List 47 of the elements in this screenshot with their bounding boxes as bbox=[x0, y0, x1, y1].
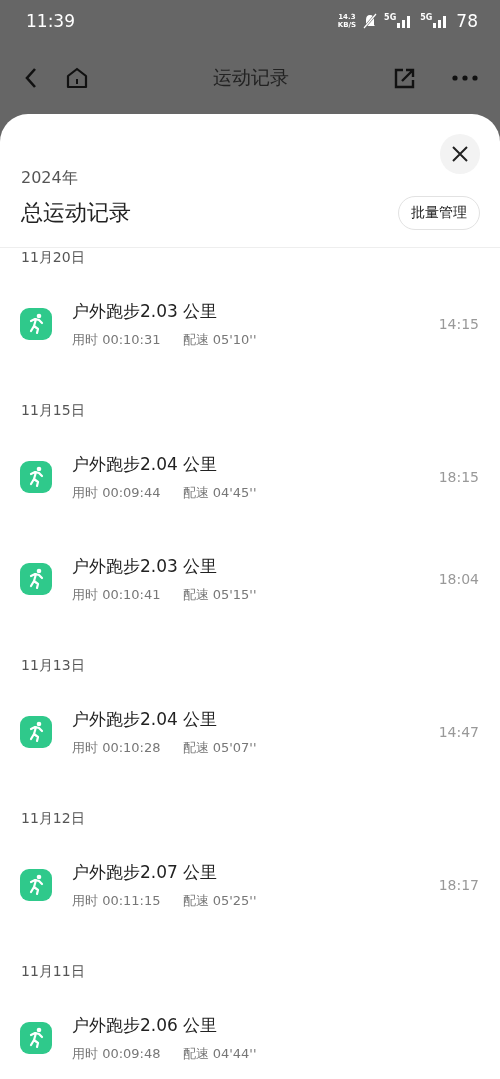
pace-text: 配速 04'44'' bbox=[182, 1044, 257, 1063]
running-icon bbox=[20, 563, 52, 595]
running-icon bbox=[20, 869, 52, 901]
record-title[interactable]: 户外跑步2.06 公里 bbox=[72, 1013, 479, 1037]
pace-text: 配速 05'25'' bbox=[182, 891, 257, 910]
close-button[interactable] bbox=[440, 134, 480, 174]
running-icon bbox=[20, 1022, 52, 1054]
record-time: 14:47 bbox=[438, 724, 479, 740]
date-header: 11月13日 bbox=[21, 657, 85, 673]
batch-manage-button[interactable]: 批量管理 bbox=[398, 196, 480, 230]
record-title[interactable]: 户外跑步2.03 公里 bbox=[72, 554, 439, 578]
record-title[interactable]: 户外跑步2.07 公里 bbox=[72, 860, 439, 884]
duration-text: 用时 00:11:15 bbox=[72, 891, 161, 910]
pace-text: 配速 04'45'' bbox=[182, 483, 257, 502]
date-header: 11月15日 bbox=[21, 402, 85, 418]
record-time: 14:15 bbox=[438, 316, 479, 332]
date-header: 11月11日 bbox=[21, 963, 85, 979]
share-icon[interactable] bbox=[394, 67, 416, 89]
more-icon[interactable] bbox=[452, 75, 478, 81]
close-icon[interactable] bbox=[451, 145, 469, 163]
record-time: 18:15 bbox=[438, 469, 479, 485]
year-label: 2024年 bbox=[20, 168, 79, 189]
pace-text: 配速 05'07'' bbox=[182, 738, 257, 757]
record-time: 18:04 bbox=[438, 571, 479, 587]
record-title[interactable]: 户外跑步2.04 公里 bbox=[72, 452, 439, 476]
duration-text: 用时 00:10:31 bbox=[72, 330, 161, 349]
running-icon bbox=[20, 308, 52, 340]
duration-text: 用时 00:10:41 bbox=[72, 585, 161, 604]
pace-text: 配速 05'10'' bbox=[182, 330, 257, 349]
running-icon bbox=[20, 716, 52, 748]
record-time: 18:17 bbox=[438, 877, 479, 893]
record-title[interactable]: 户外跑步2.03 公里 bbox=[72, 299, 439, 323]
running-icon bbox=[20, 461, 52, 493]
section-title: 总运动记录 bbox=[21, 199, 131, 227]
duration-text: 用时 00:09:48 bbox=[72, 1044, 161, 1063]
duration-text: 用时 00:09:44 bbox=[72, 483, 161, 502]
home-icon[interactable] bbox=[66, 67, 88, 89]
pace-text: 配速 05'15'' bbox=[182, 585, 257, 604]
page-title: 运动记录 bbox=[212, 65, 290, 90]
back-icon[interactable] bbox=[24, 67, 38, 89]
date-header: 11月20日 bbox=[21, 249, 85, 265]
record-title[interactable]: 户外跑步2.04 公里 bbox=[72, 707, 439, 731]
duration-text: 用时 00:10:28 bbox=[72, 738, 161, 757]
battery-level: 78 bbox=[456, 11, 478, 31]
muted-bell-icon bbox=[363, 13, 378, 29]
date-header: 11月12日 bbox=[21, 810, 85, 826]
status-time: 11:39 bbox=[26, 11, 75, 31]
